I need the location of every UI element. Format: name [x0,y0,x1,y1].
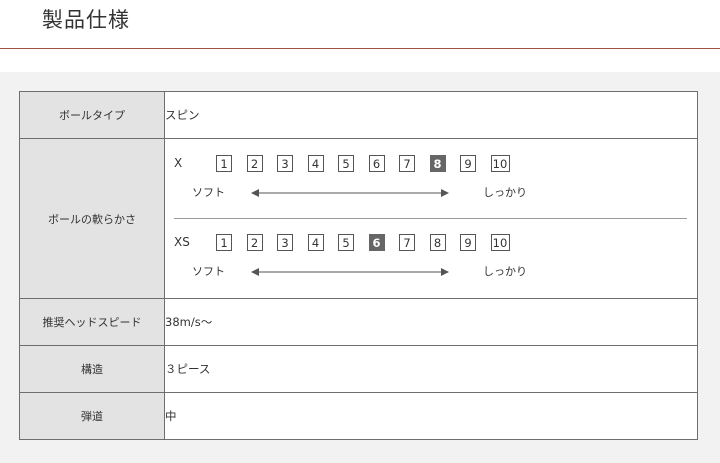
softness-box: 9 [460,155,476,172]
softness-box: 2 [246,234,263,251]
spec-label-head-speed: 推奨ヘッドスピード [19,298,165,346]
softness-box: 5 [338,234,354,251]
softness-box-selected: 8 [429,155,446,172]
softness-box: 1 [216,234,232,251]
spec-row-construction: 構造 ３ピース [19,345,698,393]
spec-label-trajectory: 弾道 [19,392,165,440]
spec-row-trajectory: 弾道 中 [19,392,698,440]
softness-box: 9 [460,234,476,251]
spec-row-softness: ボールの軟らかさ X 1 2 3 4 5 6 7 8 9 10 ソフト しっかり XS 12345… [19,138,698,299]
softness-box: 7 [399,155,415,172]
spec-label-construction: 構造 [19,345,165,393]
spec-value-head-speed: 38m/s〜 [164,298,698,346]
softness-model-xs: XS 1 2 3 4 5 6 7 8 9 10 ソフト しっかり [174,218,687,297]
softness-box: 10 [490,234,510,251]
spec-table: ボールタイプ スピン ボールの軟らかさ X 1 2 3 4 5 6 7 8 9 10 ソフト しっ… [19,91,698,440]
soft-label: ソフト [192,186,225,199]
spec-row-ball-type: ボールタイプ スピン [19,91,698,139]
softness-box: 4 [307,234,324,251]
softness-box: 10 [490,155,510,172]
firm-label: しっかり [483,186,527,199]
spec-value-trajectory: 中 [164,392,698,440]
softness-box: 3 [277,234,293,251]
softness-model-x: X 1 2 3 4 5 6 7 8 9 10 ソフト しっかり [165,140,697,218]
double-arrow-icon [251,189,449,197]
spec-label-softness: ボールの軟らかさ [19,138,165,299]
softness-scale: 1 2 3 4 5 6 7 8 9 10 [216,155,524,172]
soft-label: ソフト [192,265,225,278]
firm-label: しっかり [483,265,527,278]
spec-value-construction: ３ピース [164,345,698,393]
softness-box: 6 [368,155,385,172]
softness-box-selected: 6 [368,234,385,251]
softness-box: 7 [399,234,415,251]
softness-box: 5 [338,155,354,172]
spec-value-ball-type: スピン [164,91,698,139]
softness-box: 2 [246,155,263,172]
spec-row-head-speed: 推奨ヘッドスピード 38m/s〜 [19,298,698,346]
softness-scale: 1 2 3 4 5 6 7 8 9 10 [216,234,524,251]
softness-box: 4 [307,155,324,172]
model-name: XS [174,235,190,249]
softness-box: 3 [277,155,293,172]
spec-label-ball-type: ボールタイプ [19,91,165,139]
softness-box: 8 [429,234,446,251]
double-arrow-icon [251,268,449,276]
spec-value-softness: X 1 2 3 4 5 6 7 8 9 10 ソフト しっかり XS 1 2 3 4 5 6 7 8 9 10 ソフ… [164,138,698,299]
page-title: 製品仕様 [42,8,130,32]
title-bar: 製品仕様 [0,0,720,49]
model-name: X [174,156,183,170]
softness-box: 1 [216,155,232,172]
